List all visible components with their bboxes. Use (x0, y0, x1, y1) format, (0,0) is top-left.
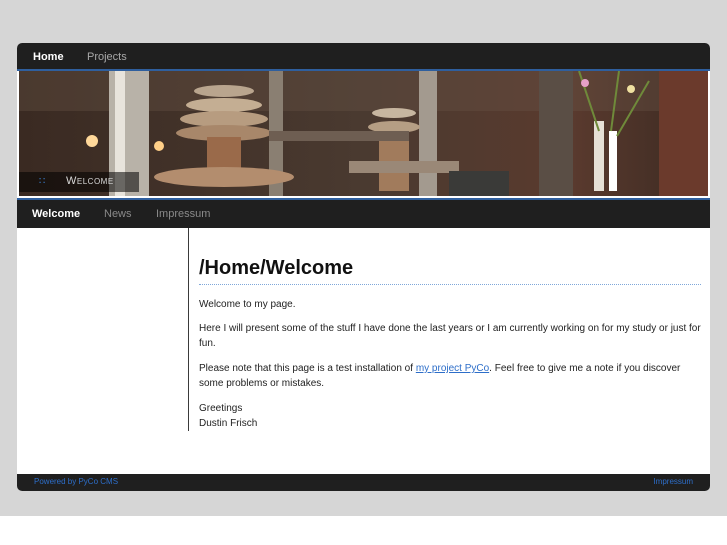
top-navigation: Home Projects (17, 43, 710, 71)
page-frame: Home Projects ∷ Welcome Welcome News Imp… (17, 43, 710, 491)
topnav-projects[interactable]: Projects (87, 51, 127, 63)
banner-title-box: ∷ Welcome (19, 172, 139, 192)
header-banner-image: ∷ Welcome (19, 71, 708, 196)
footer-impressum-link[interactable]: Impressum (653, 477, 693, 486)
main-content: /Home/Welcome Welcome to my page. Here I… (199, 257, 701, 429)
subnav-news[interactable]: News (104, 208, 132, 220)
page-title: /Home/Welcome (199, 257, 701, 285)
note-text-start: Please note that this page is a test ins… (199, 363, 416, 374)
greeting-text: Greetings (199, 403, 243, 414)
intro-paragraph: Welcome to my page. (199, 299, 296, 310)
footer: Powered by PyCo CMS Impressum (17, 474, 710, 491)
subnav-welcome[interactable]: Welcome (32, 208, 80, 220)
topnav-home[interactable]: Home (33, 51, 64, 63)
note-paragraph: Please note that this page is a test ins… (199, 361, 701, 391)
powered-by-link[interactable]: Powered by PyCo CMS (34, 477, 118, 486)
grid-dots-icon: ∷ (39, 176, 47, 187)
banner-title: Welcome (66, 175, 114, 187)
description-paragraph: Here I will present some of the stuff I … (199, 323, 701, 349)
signature-text: Dustin Frisch (199, 418, 258, 429)
page-background (0, 516, 727, 545)
sub-navigation: Welcome News Impressum (17, 200, 710, 228)
subnav-impressum[interactable]: Impressum (156, 208, 210, 220)
sidebar-divider (188, 228, 189, 431)
pyco-project-link[interactable]: my project PyCo (416, 363, 489, 374)
